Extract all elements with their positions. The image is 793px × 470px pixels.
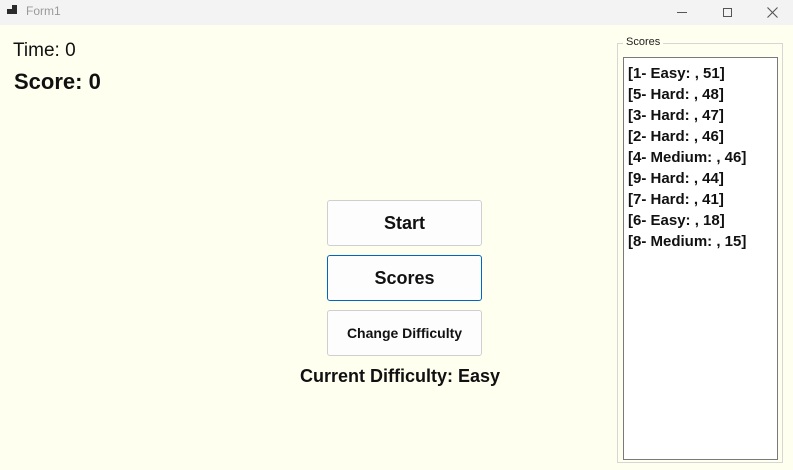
title-bar: Form1: [0, 0, 793, 25]
start-button[interactable]: Start: [327, 200, 482, 246]
maximize-button[interactable]: [704, 0, 750, 25]
score-item[interactable]: [2- Hard: , 46]: [628, 126, 777, 147]
time-label: Time: 0: [13, 40, 76, 61]
score-item[interactable]: [6- Easy: , 18]: [628, 210, 777, 231]
score-label: Score: 0: [14, 69, 101, 94]
window-title: Form1: [26, 4, 61, 18]
score-item[interactable]: [9- Hard: , 44]: [628, 168, 777, 189]
scores-listbox[interactable]: [1- Easy: , 51] [5- Hard: , 48] [3- Hard…: [623, 57, 778, 460]
minimize-button[interactable]: [659, 0, 705, 25]
scores-group-title: Scores: [623, 36, 664, 48]
scores-button[interactable]: Scores: [327, 255, 482, 301]
score-item[interactable]: [8- Medium: , 15]: [628, 231, 777, 252]
close-icon: [766, 7, 778, 18]
score-item[interactable]: [3- Hard: , 47]: [628, 105, 777, 126]
maximize-icon: [722, 8, 732, 17]
score-item[interactable]: [7- Hard: , 41]: [628, 189, 777, 210]
score-item[interactable]: [5- Hard: , 48]: [628, 84, 777, 105]
score-item[interactable]: [1- Easy: , 51]: [628, 63, 777, 84]
current-difficulty-label: Current Difficulty: Easy: [300, 366, 501, 386]
minimize-icon: [677, 12, 687, 13]
app-icon: [7, 5, 19, 17]
change-difficulty-button[interactable]: Change Difficulty: [327, 310, 482, 356]
close-button[interactable]: [749, 0, 793, 25]
score-item[interactable]: [4- Medium: , 46]: [628, 147, 777, 168]
